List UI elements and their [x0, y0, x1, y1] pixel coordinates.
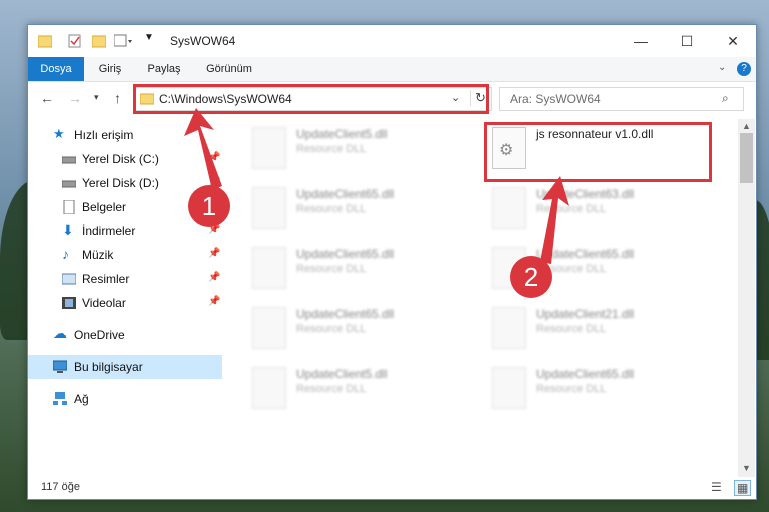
arrow-1 — [184, 108, 222, 190]
step-badge-1: 1 — [188, 185, 230, 227]
annotation-arrows — [184, 108, 569, 264]
arrow-2 — [540, 176, 569, 264]
step-badge-2: 2 — [510, 256, 552, 298]
